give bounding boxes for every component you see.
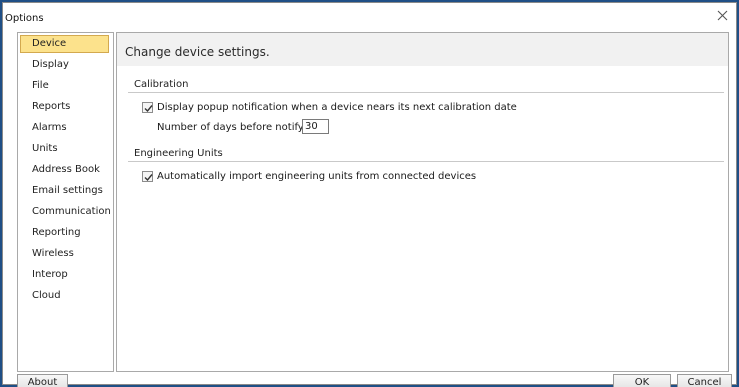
sidebar-item-units[interactable]: Units <box>20 140 109 158</box>
sidebar-item-alarms[interactable]: Alarms <box>20 119 109 137</box>
options-sidebar: Device Display File Reports Alarms Units… <box>17 32 114 372</box>
sidebar-item-reporting[interactable]: Reporting <box>20 224 109 242</box>
sidebar-item-email-settings[interactable]: Email settings <box>20 182 109 200</box>
sidebar-item-reports[interactable]: Reports <box>20 98 109 116</box>
days-before-label: Number of days before notifying: <box>157 122 323 133</box>
window-title: Options <box>5 13 44 24</box>
popup-notification-label: Display popup notification when a device… <box>157 102 517 113</box>
sidebar-item-file[interactable]: File <box>20 77 109 95</box>
sidebar-item-device[interactable]: Device <box>20 35 109 53</box>
checkmark-icon <box>144 174 153 182</box>
calibration-section-header: Calibration <box>128 77 724 93</box>
popup-notification-checkbox[interactable] <box>142 102 153 113</box>
sidebar-item-cloud[interactable]: Cloud <box>20 287 109 305</box>
sidebar-item-interop[interactable]: Interop <box>20 266 109 284</box>
title-bar: Options <box>3 3 736 29</box>
days-before-input[interactable]: 30 <box>302 119 329 134</box>
auto-import-checkbox[interactable] <box>142 171 153 182</box>
close-icon[interactable] <box>717 9 728 24</box>
engineering-section-header: Engineering Units <box>128 146 724 162</box>
panel-title: Change device settings. <box>125 45 270 59</box>
ok-button[interactable]: OK <box>613 374 671 387</box>
calibration-header-label: Calibration <box>134 79 189 90</box>
sidebar-item-address-book[interactable]: Address Book <box>20 161 109 179</box>
sidebar-item-wireless[interactable]: Wireless <box>20 245 109 263</box>
options-dialog: Options Device Display File Reports Alar… <box>2 2 737 387</box>
panel-header: Change device settings. <box>117 33 728 66</box>
sidebar-item-communication[interactable]: Communication <box>20 203 111 221</box>
sidebar-item-display[interactable]: Display <box>20 56 109 74</box>
auto-import-label: Automatically import engineering units f… <box>157 171 477 182</box>
engineering-header-label: Engineering Units <box>134 148 223 159</box>
checkmark-icon <box>144 105 153 113</box>
settings-panel: Change device settings. Calibration Disp… <box>116 32 729 372</box>
about-button[interactable]: About <box>17 374 68 387</box>
cancel-button[interactable]: Cancel <box>677 374 732 387</box>
